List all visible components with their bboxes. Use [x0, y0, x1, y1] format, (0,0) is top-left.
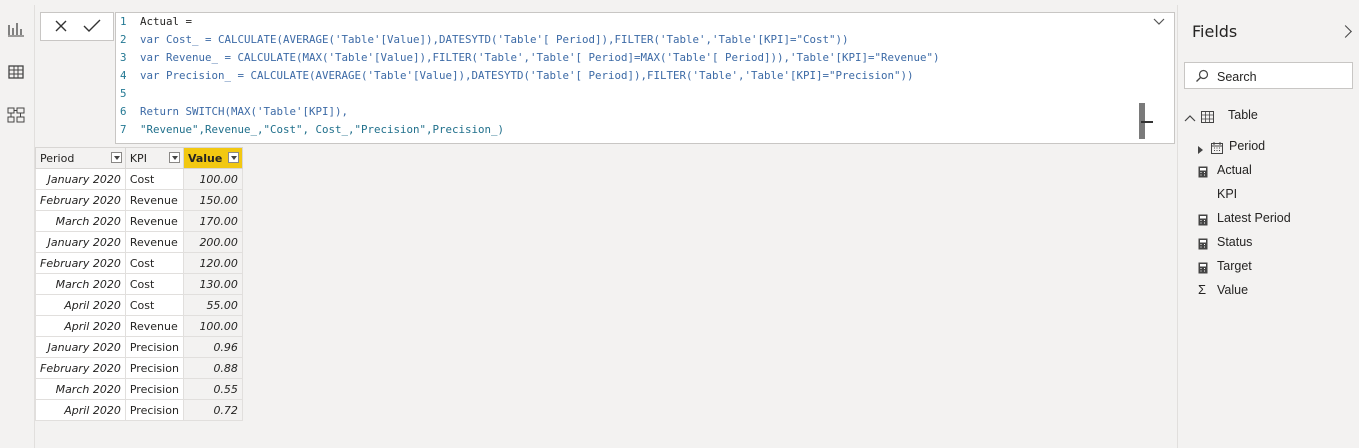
filter-dropdown-icon[interactable]: [227, 152, 239, 163]
field-item-latest-period[interactable]: Latest Period: [1198, 208, 1354, 228]
calculator-icon: [1198, 212, 1210, 226]
code-line[interactable]: 1 Actual =: [116, 13, 192, 31]
code-line[interactable]: 6 Return SWITCH(MAX('Table'[KPI]),: [116, 103, 348, 121]
calculator-icon: [1198, 164, 1210, 178]
table-row[interactable]: April 2020 Cost 55.00: [35, 294, 243, 316]
formula-actions: [40, 12, 114, 41]
chevron-up-icon[interactable]: [1184, 110, 1196, 122]
table-row[interactable]: February 2020 Precision 0.88: [35, 357, 243, 379]
table-row[interactable]: January 2020 Cost 100.00: [35, 168, 243, 190]
field-item-target[interactable]: Target: [1198, 256, 1354, 276]
chevron-down-icon[interactable]: [1152, 17, 1166, 27]
caret-right-icon[interactable]: [1198, 141, 1210, 154]
data-view-icon[interactable]: [6, 62, 26, 82]
table-row[interactable]: April 2020 Precision 0.72: [35, 399, 243, 421]
text-cursor-icon: [1141, 121, 1153, 123]
chevron-right-icon[interactable]: [1339, 25, 1352, 38]
field-item-period[interactable]: Period: [1198, 136, 1354, 156]
cancel-formula-button[interactable]: [47, 15, 77, 37]
code-line[interactable]: 2 var Cost_ = CALCULATE(AVERAGE('Table'[V…: [116, 31, 849, 49]
fields-title: Fields: [1192, 22, 1238, 41]
calendar-icon: [1211, 140, 1223, 154]
code-line[interactable]: 4 var Precision_ = CALCULATE(AVERAGE('Tab…: [116, 67, 914, 85]
commit-formula-button[interactable]: [77, 15, 107, 37]
fields-search[interactable]: [1184, 62, 1353, 89]
search-input[interactable]: [1215, 67, 1349, 86]
view-rail: [0, 5, 35, 448]
fields-pane: Fields Table Period Actual KPI: [1177, 5, 1359, 448]
calculator-icon: [1198, 236, 1210, 250]
model-view-icon[interactable]: [6, 105, 26, 125]
table-row[interactable]: March 2020 Precision 0.55: [35, 378, 243, 400]
field-item-value[interactable]: Σ Value: [1198, 280, 1354, 300]
code-line[interactable]: 3 var Revenue_ = CALCULATE(MAX('Table'[Va…: [116, 49, 940, 67]
column-header-value[interactable]: Value: [182, 147, 243, 169]
table-row[interactable]: February 2020 Cost 120.00: [35, 252, 243, 274]
report-view-icon[interactable]: [6, 19, 26, 39]
table-row[interactable]: March 2020 Revenue 170.00: [35, 210, 243, 232]
code-line[interactable]: 5: [116, 85, 140, 103]
code-line[interactable]: 7 "Revenue",Revenue_,"Cost", Cost_,"Preci…: [116, 121, 504, 139]
search-icon: [1196, 69, 1209, 82]
table-row[interactable]: January 2020 Revenue 200.00: [35, 231, 243, 253]
column-header-period[interactable]: Period: [35, 147, 126, 169]
table-row[interactable]: March 2020 Cost 130.00: [35, 273, 243, 295]
filter-dropdown-icon[interactable]: [110, 152, 122, 163]
data-table: Period KPI Value January 2020 Cost 100.00 …: [35, 147, 243, 421]
field-item-kpi[interactable]: KPI: [1198, 184, 1354, 204]
table-node[interactable]: Table: [1184, 105, 1354, 125]
table-row[interactable]: January 2020 Precision 0.96: [35, 336, 243, 358]
filter-dropdown-icon[interactable]: [168, 152, 180, 163]
field-item-status[interactable]: Status: [1198, 232, 1354, 252]
table-row[interactable]: April 2020 Revenue 100.00: [35, 315, 243, 337]
field-item-actual[interactable]: Actual: [1198, 160, 1354, 180]
table-icon: [1201, 109, 1214, 123]
calculator-icon: [1198, 260, 1210, 274]
column-header-kpi[interactable]: KPI: [124, 147, 184, 169]
dax-formula-editor[interactable]: 1 Actual = 2 var Cost_ = CALCULATE(AVERAGE…: [115, 12, 1175, 144]
table-row[interactable]: February 2020 Revenue 150.00: [35, 189, 243, 211]
sigma-icon: Σ: [1198, 282, 1207, 297]
